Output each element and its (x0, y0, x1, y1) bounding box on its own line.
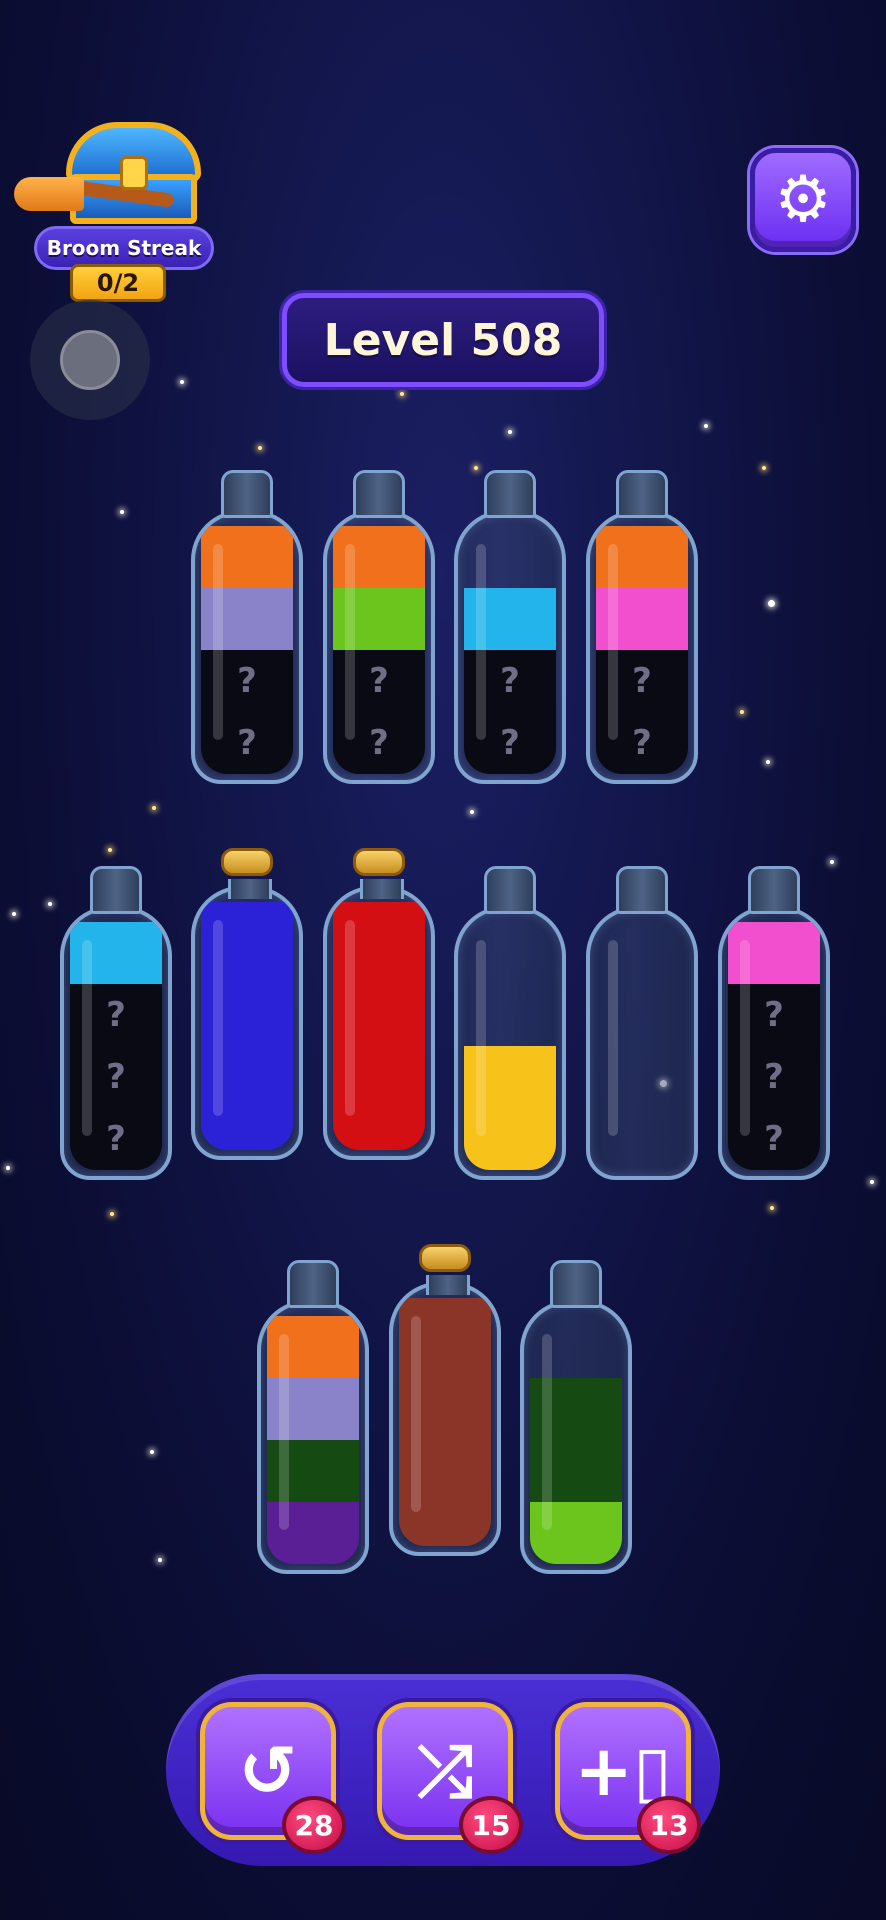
shuffle-count-badge: 15 (459, 1796, 523, 1854)
bottle-2[interactable]: ?? (323, 470, 435, 788)
add-bottle-icon: +▯ (574, 1730, 672, 1812)
bottle-neck (90, 866, 142, 914)
bottle-glass (323, 886, 435, 1160)
bottle-glass: ?? (323, 510, 435, 784)
bottle-5[interactable]: ??? (60, 866, 172, 1184)
bottle-neck (550, 1260, 602, 1308)
virtual-joystick[interactable] (30, 300, 150, 420)
bottle-neck (616, 470, 668, 518)
bottle-6[interactable] (191, 846, 303, 1164)
bottle-9[interactable] (586, 866, 698, 1184)
bottle-glass (257, 1300, 369, 1574)
broom-streak-widget[interactable]: Broom Streak 0/2 (14, 118, 214, 308)
bottle-glass (454, 906, 566, 1180)
bottle-neck (484, 866, 536, 914)
bottle-13[interactable] (520, 1260, 632, 1578)
add-bottle-count-badge: 13 (637, 1796, 701, 1854)
bottle-neck (287, 1260, 339, 1308)
settings-button[interactable]: ⚙ (750, 148, 856, 252)
bottle-4[interactable]: ?? (586, 470, 698, 788)
broom-streak-progress: 0/2 (70, 264, 166, 302)
bottle-11[interactable] (257, 1260, 369, 1578)
bottle-glass (389, 1282, 501, 1556)
bottle-glass (191, 886, 303, 1160)
bottle-3[interactable]: ?? (454, 470, 566, 788)
bottle-glass: ?? (191, 510, 303, 784)
joystick-knob[interactable] (60, 330, 120, 390)
cork-icon (221, 848, 273, 899)
bottle-glass (520, 1300, 632, 1574)
bottle-neck (484, 470, 536, 518)
bottle-12[interactable] (389, 1242, 501, 1560)
bottle-glass: ??? (60, 906, 172, 1180)
cork-icon (419, 1244, 471, 1295)
bottle-glass: ?? (454, 510, 566, 784)
bottle-10[interactable]: ??? (718, 866, 830, 1184)
bottle-neck (616, 866, 668, 914)
broom-icon (14, 173, 175, 213)
bottle-neck (353, 470, 405, 518)
cork-icon (353, 848, 405, 899)
undo-icon: ↺ (238, 1730, 298, 1812)
bottle-glass: ??? (718, 906, 830, 1180)
shuffle-icon: ⤮ (417, 1730, 473, 1812)
bottle-neck (221, 470, 273, 518)
bottle-7[interactable] (323, 846, 435, 1164)
level-indicator: Level 508 (282, 293, 604, 387)
bottle-glass (586, 906, 698, 1180)
undo-count-badge: 28 (282, 1796, 346, 1854)
bottle-1[interactable]: ?? (191, 470, 303, 788)
bottle-neck (748, 866, 800, 914)
bottle-glass: ?? (586, 510, 698, 784)
bottle-8[interactable] (454, 866, 566, 1184)
gear-icon: ⚙ (774, 163, 832, 237)
